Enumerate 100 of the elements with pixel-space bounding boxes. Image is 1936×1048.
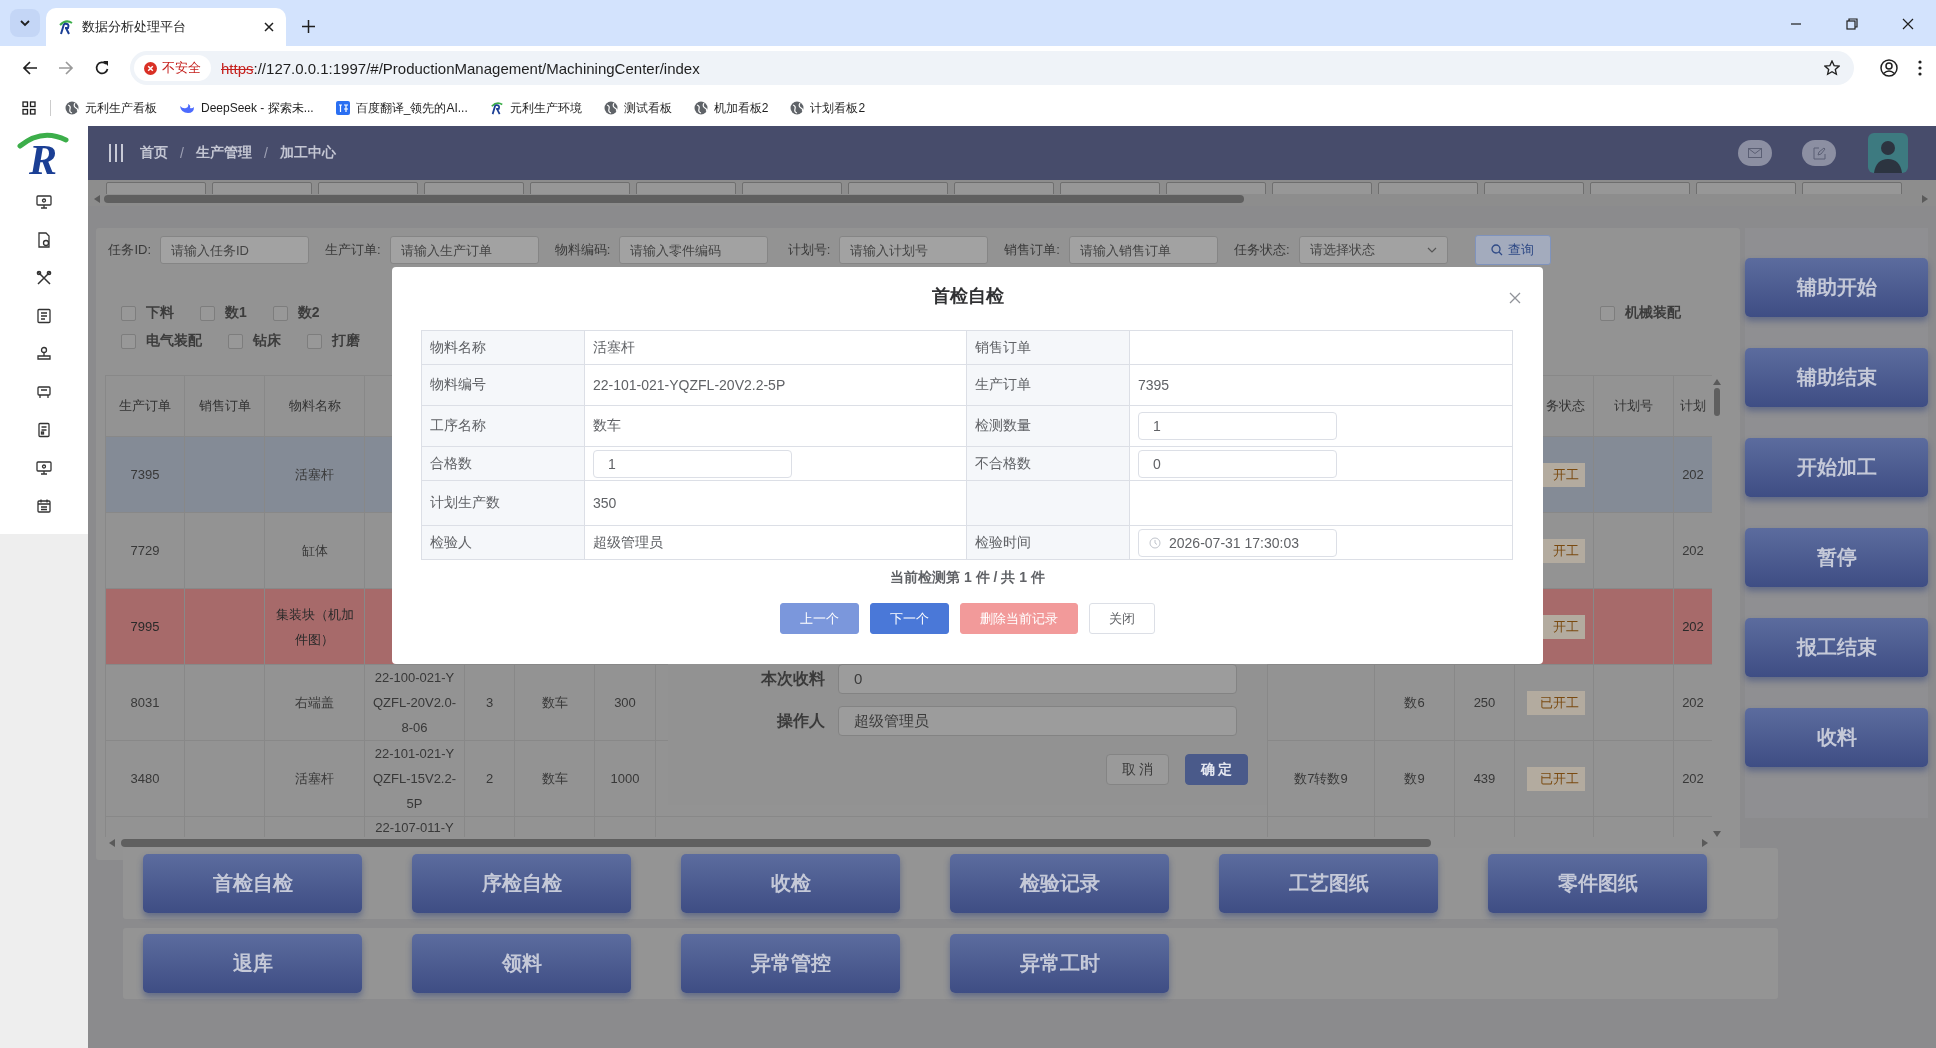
new-tab-icon[interactable] [302, 20, 315, 33]
dialog-button[interactable]: 关闭 [1089, 603, 1155, 634]
list-icon[interactable] [36, 308, 52, 324]
bookmark[interactable]: 元利生产环境 [489, 99, 582, 117]
bookmark[interactable]: 测试看板 [603, 99, 672, 117]
scrollbar-thumb[interactable] [1714, 388, 1720, 416]
column-header: 务状态 [1546, 398, 1585, 413]
checkbox[interactable]: 打磨 [307, 331, 360, 351]
scroll-right-icon[interactable] [1702, 839, 1708, 847]
stamp-icon[interactable] [36, 346, 52, 362]
breadcrumb-link[interactable]: 首页 [140, 144, 168, 162]
table-cell: 活塞杆 [295, 467, 334, 482]
address-bar[interactable]: 不安全 https://127.0.0.1:1997/#/ProductionManagement/MachiningCenter/index [130, 51, 1854, 85]
bookmark[interactable]: 机加看板2 [693, 99, 769, 117]
action-button[interactable]: 领料 [412, 934, 631, 993]
input-field[interactable]: 0 [838, 664, 1237, 694]
datetime-field[interactable]: 2026-07-31 17:30:03 [1138, 528, 1337, 557]
table-cell: 22-107-011-Y [375, 820, 454, 835]
field-label: 本次收料 [760, 668, 825, 689]
monitor-icon[interactable] [36, 460, 52, 476]
table-cell: 3480 [130, 771, 160, 786]
action-button[interactable]: 辅助结束 [1745, 348, 1928, 407]
input-field[interactable]: 1 [1138, 412, 1337, 440]
dialog-button[interactable]: 取 消 [1106, 754, 1169, 785]
close-icon[interactable] [1902, 18, 1914, 30]
machine-icon[interactable] [36, 384, 52, 400]
scroll-right-icon[interactable] [1922, 195, 1928, 203]
close-icon[interactable] [264, 22, 274, 32]
scroll-down-icon[interactable] [1713, 831, 1721, 837]
report-icon[interactable] [36, 422, 52, 438]
logo-icon [489, 101, 504, 115]
document-icon[interactable] [36, 232, 52, 248]
filter-input[interactable]: 请输入计划号 [839, 236, 989, 264]
checkbox[interactable]: 数2 [272, 303, 320, 323]
input-field[interactable]: 0 [1138, 449, 1337, 478]
column-header: 计划 [1680, 398, 1706, 413]
action-button[interactable]: 收检 [681, 854, 900, 913]
scrollbar-thumb[interactable] [121, 839, 1431, 847]
scroll-up-icon[interactable] [1713, 379, 1721, 385]
checkbox[interactable]: 电气装配 [121, 331, 202, 351]
profile-icon[interactable] [1880, 59, 1898, 77]
filter-input[interactable]: 请输入销售订单 [1068, 236, 1218, 264]
filter-input[interactable]: 请输入生产订单 [389, 236, 539, 264]
action-button[interactable]: 工艺图纸 [1219, 854, 1438, 913]
input-field[interactable]: 超级管理员 [838, 706, 1237, 736]
apps-icon[interactable] [22, 101, 36, 115]
bookmark[interactable]: 计划看板2 [790, 99, 866, 117]
breadcrumb-link[interactable]: 生产管理 [195, 144, 252, 162]
tools-icon[interactable] [36, 270, 52, 286]
table-cell: 7729 [130, 543, 160, 558]
table-cell: 250 [1473, 695, 1496, 710]
bookmark[interactable]: 元利生产看板 [65, 99, 157, 117]
mail-icon [1748, 148, 1762, 158]
action-button[interactable]: 收料 [1745, 708, 1928, 767]
monitor-icon[interactable] [36, 194, 52, 210]
scrollbar-thumb[interactable] [104, 195, 1244, 203]
action-button[interactable]: 检验记录 [950, 854, 1169, 913]
input-field[interactable]: 1 [593, 449, 792, 478]
action-button[interactable]: 辅助开始 [1745, 258, 1928, 317]
action-button[interactable]: 暂停 [1745, 528, 1928, 587]
status-select[interactable]: 请选择状态 [1298, 236, 1448, 264]
scroll-left-icon[interactable] [94, 195, 100, 203]
back-icon[interactable] [22, 60, 38, 76]
filter-input[interactable]: 请输入零件编码 [619, 236, 769, 264]
bookmark[interactable]: DeepSeek - 探索未... [179, 99, 314, 117]
menu-icon[interactable] [1918, 60, 1922, 76]
action-button[interactable]: 开始加工 [1745, 438, 1928, 497]
action-button[interactable]: 首检自检 [143, 854, 362, 913]
calendar-icon[interactable] [36, 498, 52, 514]
dialog-button[interactable]: 下一个 [870, 603, 949, 634]
table-cell: 3 [485, 695, 494, 710]
clock-icon [1149, 536, 1161, 549]
checkbox[interactable]: 数1 [200, 303, 247, 323]
reload-icon[interactable] [94, 60, 110, 76]
action-button[interactable]: 零件图纸 [1488, 854, 1707, 913]
action-button[interactable]: 异常工时 [950, 934, 1169, 993]
tab-list-button[interactable] [10, 9, 40, 37]
browser-tab[interactable]: 数据分析处理平台 [46, 8, 286, 46]
action-button[interactable]: 报工结束 [1745, 618, 1928, 677]
scroll-left-icon[interactable] [109, 839, 115, 847]
avatar-icon[interactable] [1868, 133, 1908, 173]
breadcrumb-link[interactable]: 加工中心 [279, 144, 336, 162]
table-cell: 2 [485, 771, 494, 786]
mail-button[interactable] [1738, 140, 1772, 166]
table-cell: 数车 [541, 771, 568, 786]
checkbox[interactable]: 下料 [121, 303, 174, 323]
search-button[interactable]: 查询 [1474, 235, 1551, 265]
filter-input[interactable]: 请输入任务ID [160, 236, 309, 264]
action-button[interactable]: 序检自检 [412, 854, 631, 913]
security-chip[interactable]: 不安全 [134, 55, 211, 81]
dialog-button[interactable]: 确 定 [1185, 754, 1248, 785]
bookmark[interactable]: 百度翻译_领先的AI... [335, 99, 468, 117]
action-button[interactable]: 异常管控 [681, 934, 900, 993]
edit-button[interactable] [1802, 140, 1836, 166]
restore-icon[interactable] [1846, 18, 1858, 30]
action-button[interactable]: 退库 [143, 934, 362, 993]
forward-icon[interactable] [58, 60, 74, 76]
star-icon[interactable] [1824, 60, 1840, 76]
checkbox[interactable]: 机械装配 [1600, 303, 1681, 323]
checkbox[interactable]: 钻床 [228, 331, 281, 351]
